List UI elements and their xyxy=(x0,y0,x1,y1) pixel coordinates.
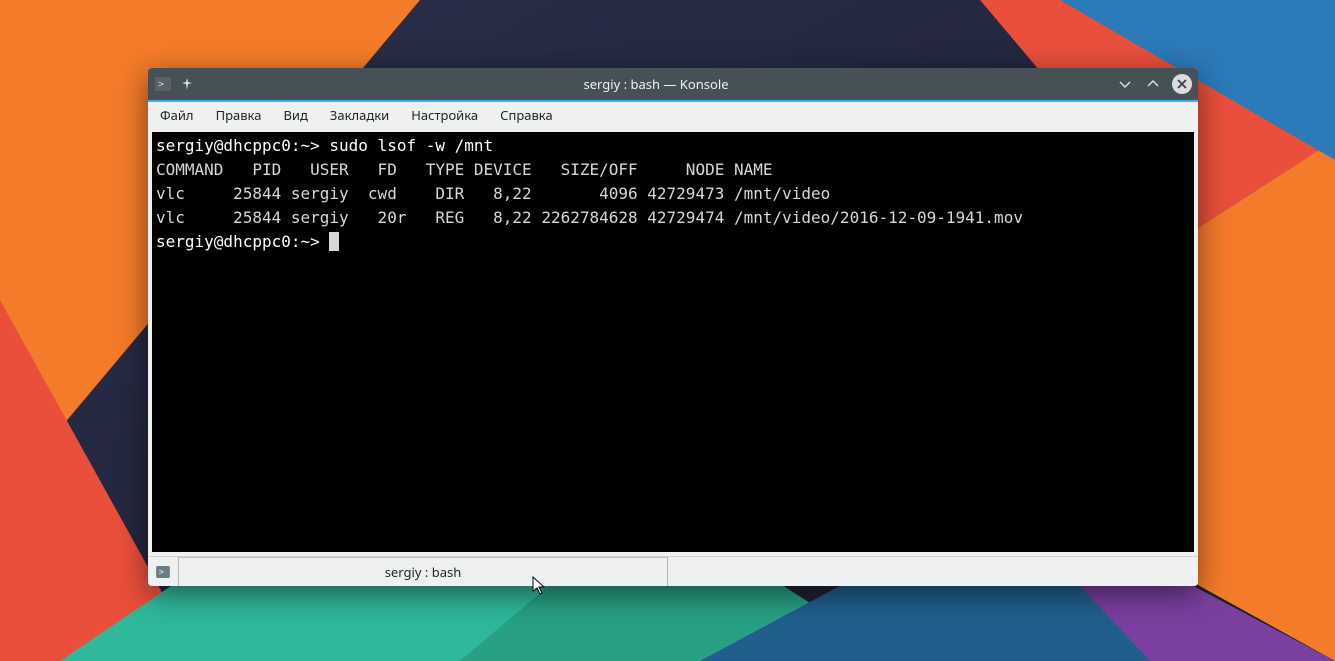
pin-icon[interactable] xyxy=(178,75,196,93)
tab-bar: > sergiy : bash xyxy=(148,556,1198,586)
terminal-cursor xyxy=(329,232,339,251)
window-titlebar[interactable]: > sergiy : bash — Konsole xyxy=(148,68,1198,100)
terminal-icon: > xyxy=(154,75,172,93)
terminal-prompt: sergiy@dhcppc0:~> xyxy=(156,232,320,251)
tab-label: sergiy : bash xyxy=(385,563,462,581)
svg-text:>: > xyxy=(158,79,164,90)
menu-help[interactable]: Справка xyxy=(496,104,557,126)
konsole-window: > sergiy : bash — Konsole Файл Правка Ви… xyxy=(148,68,1198,586)
terminal-command: sudo lsof -w /mnt xyxy=(329,136,493,155)
terminal-line: COMMAND PID USER FD TYPE DEVICE SIZE/OFF… xyxy=(156,160,773,179)
window-title: sergiy : bash — Konsole xyxy=(196,75,1116,93)
new-tab-button[interactable]: > xyxy=(148,557,178,586)
terminal-output[interactable]: sergiy@dhcppc0:~> sudo lsof -w /mnt COMM… xyxy=(152,132,1194,552)
mouse-cursor-icon xyxy=(532,576,548,596)
menu-edit[interactable]: Правка xyxy=(212,104,266,126)
close-button[interactable] xyxy=(1172,74,1192,94)
terminal-line: vlc 25844 sergiy 20r REG 8,22 2262784628… xyxy=(156,208,1023,227)
terminal-container: sergiy@dhcppc0:~> sudo lsof -w /mnt COMM… xyxy=(148,128,1198,556)
terminal-prompt: sergiy@dhcppc0:~> xyxy=(156,136,320,155)
svg-text:>: > xyxy=(159,567,164,577)
minimize-button[interactable] xyxy=(1116,75,1134,93)
menu-bookmarks[interactable]: Закладки xyxy=(326,104,393,126)
terminal-line: vlc 25844 sergiy cwd DIR 8,22 4096 42729… xyxy=(156,184,830,203)
menu-settings[interactable]: Настройка xyxy=(407,104,482,126)
terminal-tab[interactable]: sergiy : bash xyxy=(178,557,668,586)
menu-file[interactable]: Файл xyxy=(156,104,198,126)
maximize-button[interactable] xyxy=(1144,75,1162,93)
menu-bar: Файл Правка Вид Закладки Настройка Справ… xyxy=(148,100,1198,128)
menu-view[interactable]: Вид xyxy=(279,104,311,126)
